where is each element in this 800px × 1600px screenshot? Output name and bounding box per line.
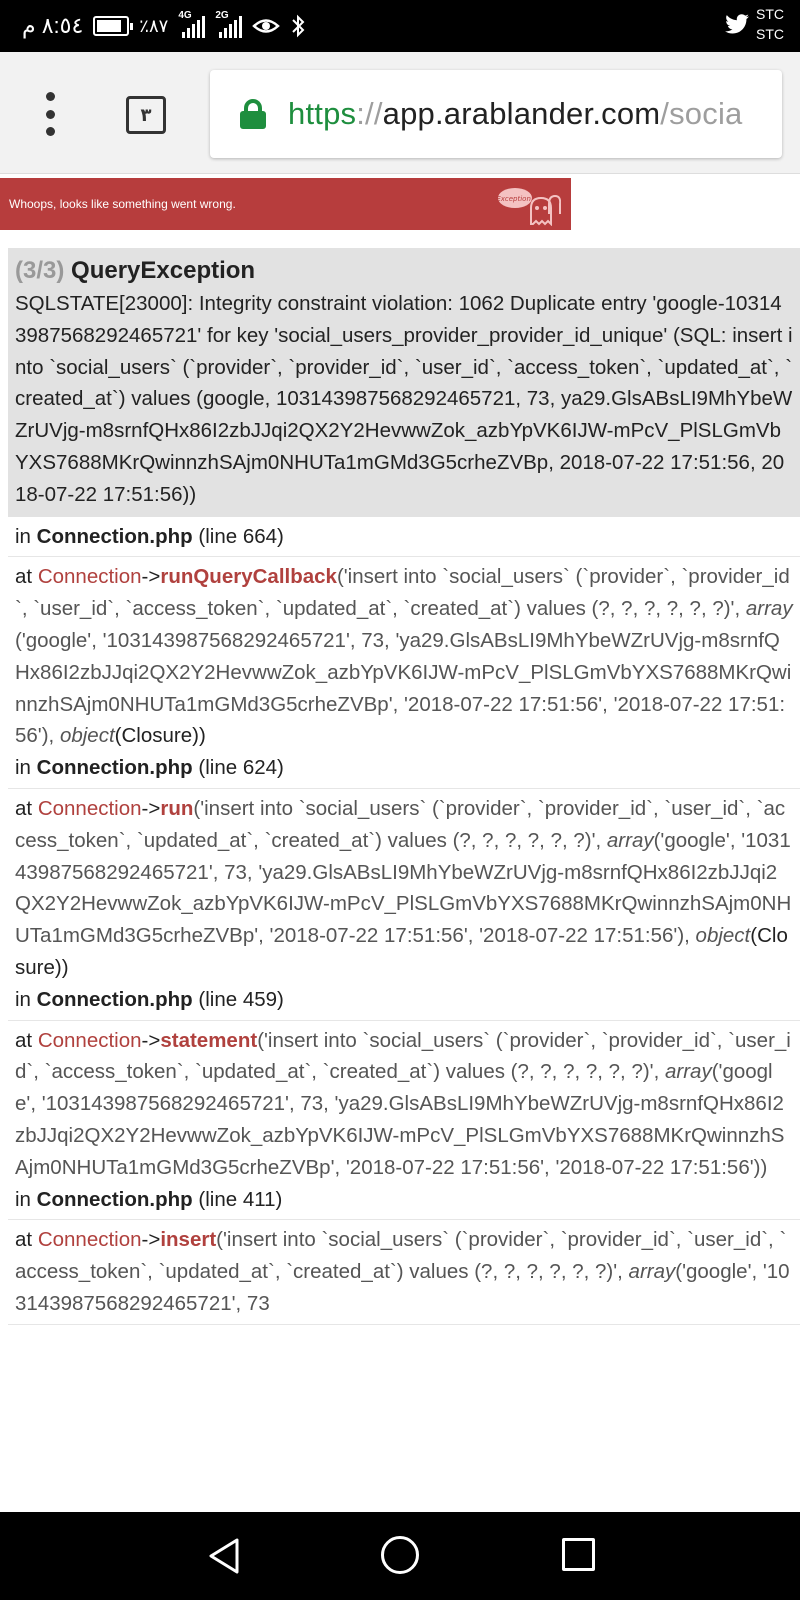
trace-frame: at Connection->statement('insert into `s… <box>8 1021 800 1221</box>
trace-class: Connection <box>37 565 142 589</box>
trace-arrow: -> <box>141 1028 161 1052</box>
trace-arrow: -> <box>141 1228 161 1252</box>
battery-icon <box>93 16 134 36</box>
trace-class: Connection <box>37 1028 142 1052</box>
eye-icon <box>252 19 281 33</box>
trace-file: Connection.php <box>36 756 193 780</box>
trace-method: statement <box>160 1028 258 1052</box>
trace-args: ('insert into `social_users` (`provider`… <box>15 565 793 748</box>
trace-frame: in Connection.php (line 664) <box>8 517 800 558</box>
browser-toolbar: ٣ https://app.arablander.com/socia <box>0 52 800 174</box>
recent-apps-icon[interactable] <box>562 1538 595 1571</box>
error-banner: Whoops, looks like something went wrong.… <box>0 178 571 230</box>
status-left: ٨:٥٤ م ٪٨٧ 4G 2G <box>22 0 306 52</box>
lock-icon[interactable] <box>240 99 266 129</box>
at-label: at <box>15 1028 33 1052</box>
signal-icon: 2G <box>215 10 243 38</box>
url-path: /socia <box>660 96 743 131</box>
back-icon[interactable] <box>205 1536 245 1576</box>
trace-frame: at Connection->run('insert into `social_… <box>8 789 800 1021</box>
menu-dot <box>45 127 55 136</box>
in-label: in <box>15 987 31 1011</box>
trace-frame: at Connection->insert('insert into `soci… <box>8 1220 800 1325</box>
carrier-names: STC STC <box>756 4 784 44</box>
trace-frame: at Connection->runQueryCallback('insert … <box>8 557 800 789</box>
exception-ghost-logo: Exception! <box>497 188 561 226</box>
menu-dot <box>45 109 55 119</box>
svg-text:Exception!: Exception! <box>497 195 534 203</box>
url-separator: :// <box>356 96 383 131</box>
url-text[interactable]: https://app.arablander.com/socia <box>288 96 742 132</box>
signal-icon: 4G <box>178 10 206 38</box>
status-bar: ٨:٥٤ م ٪٨٧ 4G 2G STC STC <box>0 0 800 52</box>
trace-args: ('insert into `social_users` (`provider`… <box>15 796 792 979</box>
in-label: in <box>15 524 31 548</box>
tab-switcher-button[interactable]: ٣ <box>126 96 166 134</box>
trace-file: Connection.php <box>36 524 193 548</box>
trace-line: (line 664) <box>198 524 284 548</box>
at-label: at <box>15 796 33 820</box>
page-content[interactable]: Whoops, looks like something went wrong.… <box>0 174 800 1512</box>
trace-arrow: -> <box>141 565 161 589</box>
network-type-2: 2G <box>215 10 229 21</box>
trace-line: (line 459) <box>198 987 284 1011</box>
trace-method: run <box>160 796 194 820</box>
trace-class: Connection <box>37 1228 142 1252</box>
clock: ٨:٥٤ م <box>22 13 84 38</box>
trace-line: (line 624) <box>198 756 284 780</box>
in-label: in <box>15 1187 31 1211</box>
trace-line: (line 411) <box>198 1187 283 1211</box>
battery-percent: ٪٨٧ <box>139 15 169 36</box>
overflow-menu-button[interactable] <box>40 92 60 136</box>
network-type-1: 4G <box>178 10 192 21</box>
exception-header: (3/3) QueryException SQLSTATE[23000]: In… <box>8 248 800 517</box>
exception-count: (3/3) <box>15 257 65 284</box>
status-right: STC STC <box>724 4 784 44</box>
trace-method: runQueryCallback <box>160 565 337 589</box>
exception-block: (3/3) QueryException SQLSTATE[23000]: In… <box>8 248 800 1325</box>
error-banner-text: Whoops, looks like something went wrong. <box>9 197 236 211</box>
carrier-1: STC <box>756 6 784 22</box>
twitter-icon <box>725 14 749 34</box>
at-label: at <box>15 565 33 589</box>
home-icon[interactable] <box>381 1536 419 1574</box>
carrier-2: STC <box>756 26 784 42</box>
address-bar[interactable]: https://app.arablander.com/socia <box>210 70 782 158</box>
trace-file: Connection.php <box>36 1187 193 1211</box>
in-label: in <box>15 756 31 780</box>
trace-arrow: -> <box>141 796 161 820</box>
system-navigation-bar <box>0 1512 800 1600</box>
battery-fill <box>97 20 122 32</box>
menu-dot <box>45 92 55 101</box>
at-label: at <box>15 1228 33 1252</box>
exception-title: (3/3) QueryException <box>15 254 793 288</box>
exception-message: SQLSTATE[23000]: Integrity constraint vi… <box>15 292 793 506</box>
trace-file: Connection.php <box>36 987 193 1011</box>
url-host: app.arablander.com <box>382 96 661 131</box>
exception-class: QueryException <box>71 257 256 284</box>
bluetooth-icon <box>292 14 305 38</box>
url-scheme: https <box>288 96 357 131</box>
trace-method: insert <box>160 1228 217 1252</box>
trace-class: Connection <box>37 796 142 820</box>
